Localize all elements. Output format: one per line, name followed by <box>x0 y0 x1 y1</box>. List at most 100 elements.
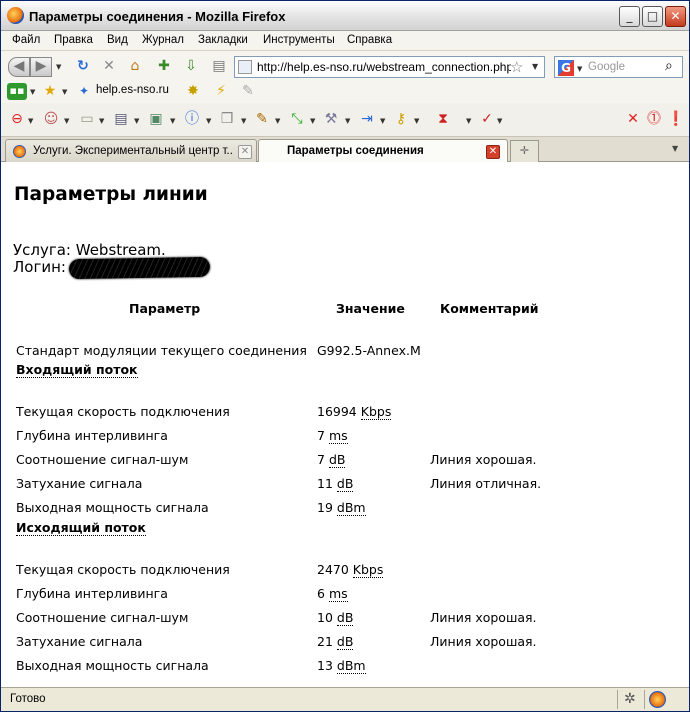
search-box[interactable]: G ▼ Google ⌕ <box>554 56 683 78</box>
google-icon[interactable]: G <box>558 60 574 76</box>
tools-dropdown-icon[interactable]: ▼ <box>345 117 350 125</box>
minimize-button[interactable]: _ <box>619 6 640 27</box>
bug-icon[interactable]: ✲ <box>624 691 636 707</box>
tools-icon[interactable]: ⚒ <box>322 111 340 129</box>
address-bar[interactable]: http://help.es-nso.ru/webstream_connecti… <box>234 56 545 78</box>
back-button[interactable]: ◀ <box>8 57 30 77</box>
resize-dropdown-icon[interactable]: ▼ <box>310 117 315 125</box>
addon-dropdown-icon[interactable]: ▼ <box>30 88 35 96</box>
bookmarks-dropdown-icon[interactable]: ▼ <box>62 88 67 96</box>
images-icon[interactable]: ▣ <box>147 111 165 129</box>
alert-icon[interactable]: ❗ <box>667 111 685 129</box>
url-dropdown-icon[interactable]: ▼ <box>532 62 538 71</box>
bookmark-help-es-nso[interactable]: help.es-nso.ru <box>96 84 169 96</box>
value-unit: dB <box>336 476 354 492</box>
menu-bookmarks[interactable]: Закладки <box>198 34 248 46</box>
search-icon[interactable]: ⌕ <box>665 58 673 74</box>
page-title: Параметры линии <box>14 184 208 205</box>
tab-close-icon[interactable]: ✕ <box>238 145 252 159</box>
info-dropdown-icon[interactable]: ▼ <box>206 117 211 125</box>
table-row-value: 10 dB <box>317 610 354 626</box>
modulation-label: Стандарт модуляции текущего соединения <box>16 343 307 358</box>
table-row-param: Соотношение сигнал-шум <box>16 610 189 625</box>
page-tool-icon[interactable]: ▤ <box>210 58 228 76</box>
tab-connection-params[interactable]: Параметры соединения ✕ <box>258 139 508 163</box>
value-unit: dB <box>336 634 354 650</box>
images-dropdown-icon[interactable]: ▼ <box>170 117 175 125</box>
forward-button[interactable]: ▶ <box>30 57 52 77</box>
table-row-comment: Линия отличная. <box>430 476 542 491</box>
cookies-dropdown-icon[interactable]: ▼ <box>64 117 69 125</box>
home-icon[interactable]: ⌂ <box>126 58 144 76</box>
stop-icon[interactable]: ✕ <box>100 58 118 76</box>
tab-close-icon[interactable]: ✕ <box>486 145 500 159</box>
resize-icon[interactable]: ⤡ <box>288 111 306 129</box>
menu-view[interactable]: Вид <box>107 34 128 46</box>
misc-icon[interactable]: ❒ <box>218 111 236 129</box>
download-icon[interactable]: ⇩ <box>182 58 200 76</box>
history-dropdown-icon[interactable]: ▼ <box>56 63 61 71</box>
check-icon[interactable]: ✓ <box>478 111 496 129</box>
menu-tools[interactable]: Инструменты <box>263 34 335 46</box>
value-unit: Kbps <box>360 404 392 420</box>
service-label: Услуга: Webstream. <box>13 241 166 259</box>
green-addon-icon[interactable]: ▪▪ <box>7 83 27 100</box>
tab-label: Услуги. Экспериментальный центр т... <box>33 145 233 157</box>
tab-bar: Услуги. Экспериментальный центр т... ✕ П… <box>1 137 689 163</box>
check-dropdown-icon[interactable]: ▼ <box>497 117 502 125</box>
value-unit: ms <box>328 586 348 602</box>
info-icon[interactable]: ⓘ <box>183 111 201 129</box>
forms-icon[interactable]: ▭ <box>78 111 96 129</box>
status-divider <box>644 690 645 709</box>
outline-dropdown-icon[interactable]: ▼ <box>275 117 280 125</box>
modulation-value: G992.5-Annex.M <box>317 343 421 358</box>
view-source-dropdown-icon[interactable]: ▼ <box>380 117 385 125</box>
menu-history[interactable]: Журнал <box>142 34 184 46</box>
warning-icon[interactable]: ⓵ <box>645 111 663 129</box>
tab-services[interactable]: Услуги. Экспериментальный центр т... ✕ <box>5 139 257 162</box>
lightning-icon[interactable]: ⚡ <box>212 83 230 101</box>
bookmarks-star-icon[interactable]: ★ <box>41 83 59 101</box>
menu-help[interactable]: Справка <box>347 34 392 46</box>
css-icon[interactable]: ▤ <box>112 111 130 129</box>
value-number: 7 <box>317 452 325 467</box>
error-cross-icon[interactable]: ✕ <box>624 111 642 129</box>
pen-icon[interactable]: ✎ <box>239 83 257 101</box>
new-tab-button[interactable]: ✛ <box>510 140 539 162</box>
addon-green-icon[interactable]: ✚ <box>155 58 173 76</box>
cookies-icon[interactable]: ☺ <box>42 111 60 129</box>
validator-dropdown-icon[interactable]: ▼ <box>466 117 471 125</box>
misc-dropdown-icon[interactable]: ▼ <box>241 117 246 125</box>
forms-dropdown-icon[interactable]: ▼ <box>99 117 104 125</box>
value-number: 7 <box>317 428 325 443</box>
view-source-icon[interactable]: ⇥ <box>358 111 376 129</box>
table-row-value: 19 dBm <box>317 500 366 516</box>
page-content: Параметры линии Услуга: Webstream. Логин… <box>1 162 689 687</box>
tool-star-icon[interactable]: ✸ <box>184 83 202 101</box>
value-number: 6 <box>317 586 325 601</box>
options-dropdown-icon[interactable]: ▼ <box>414 117 419 125</box>
search-engine-dropdown-icon[interactable]: ▼ <box>577 65 582 73</box>
downstream-heading: Входящий поток <box>16 362 138 378</box>
url-text[interactable]: http://help.es-nso.ru/webstream_connecti… <box>257 60 511 74</box>
disable-dropdown-icon[interactable]: ▼ <box>28 117 33 125</box>
disable-icon[interactable]: ⊖ <box>8 111 26 129</box>
menu-edit[interactable]: Правка <box>54 34 93 46</box>
css-dropdown-icon[interactable]: ▼ <box>134 117 139 125</box>
status-text: Готово <box>10 693 46 705</box>
menu-file[interactable]: Файл <box>12 34 40 46</box>
options-key-icon[interactable]: ⚷ <box>392 111 410 129</box>
tab-favicon-icon <box>13 145 26 158</box>
table-row-param: Затухание сигнала <box>16 634 143 649</box>
menu-bar: Файл Правка Вид Журнал Закладки Инструме… <box>1 31 689 51</box>
list-all-tabs-icon[interactable]: ▼ <box>672 144 678 153</box>
bookmark-star-icon[interactable]: ☆ <box>510 58 523 76</box>
close-window-button[interactable]: ✕ <box>665 6 686 27</box>
outline-icon[interactable]: ✎ <box>253 111 271 129</box>
browser-window: Параметры соединения - Mozilla Firefox _… <box>0 0 690 712</box>
reload-icon[interactable]: ↻ <box>74 58 92 76</box>
firefox-status-icon[interactable] <box>649 691 666 708</box>
table-row-param: Выходная мощность сигнала <box>16 500 209 515</box>
maximize-button[interactable]: □ <box>642 6 663 27</box>
validator-icon[interactable]: ⧗ <box>434 111 452 129</box>
